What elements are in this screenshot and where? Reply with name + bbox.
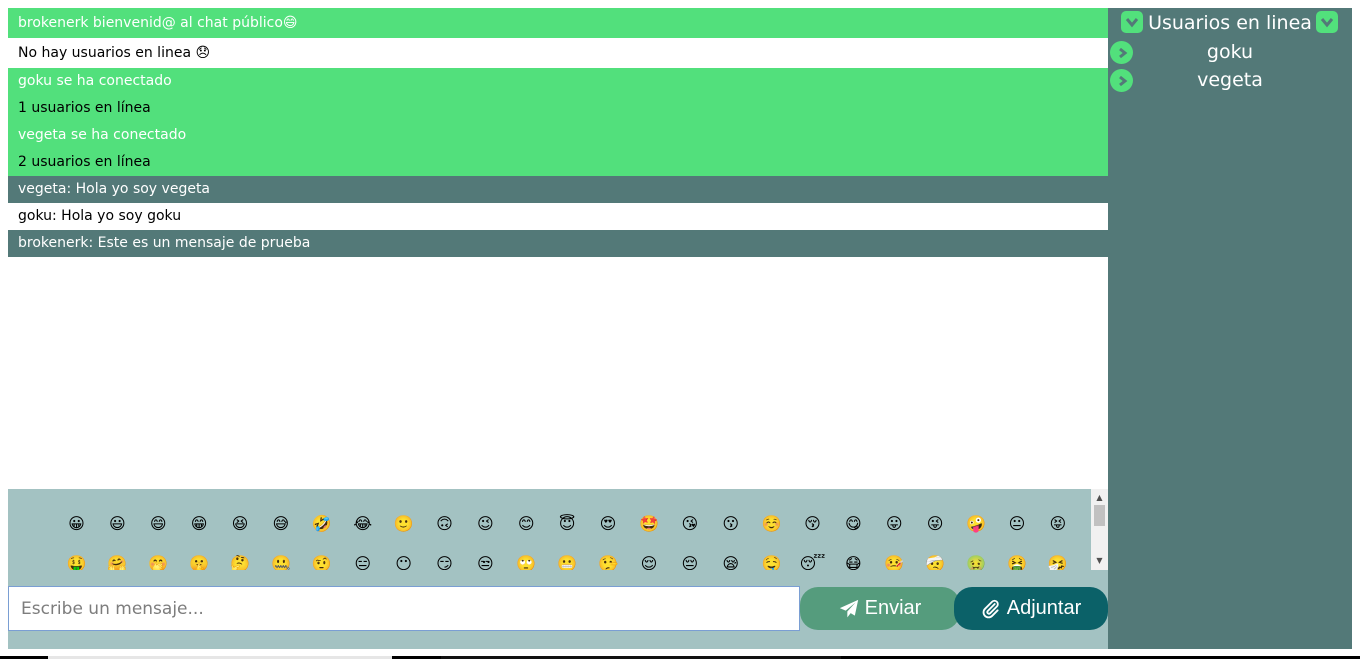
emoji-option[interactable]: 😏 (424, 553, 465, 570)
emoji-option[interactable]: 😶 (383, 553, 424, 570)
emoji-option[interactable]: 😀 (56, 513, 97, 535)
emoji-option[interactable]: 😬 (547, 553, 588, 570)
emoji-option[interactable]: 🤤 (751, 553, 792, 570)
emoji-option[interactable]: 😉 (465, 513, 506, 535)
emoji-option[interactable]: 😍 (588, 513, 629, 535)
message-input[interactable] (8, 586, 800, 631)
emoji-option[interactable]: 😚 (792, 513, 833, 535)
chat-message: brokenerk: Este es un mensaje de prueba (8, 230, 1108, 257)
emoji-option[interactable]: 🤥 (588, 553, 629, 570)
emoji-option[interactable]: 😛 (874, 513, 915, 535)
emoji-option[interactable]: 😷 (833, 553, 874, 570)
emoji-option[interactable]: 😪 (710, 553, 751, 570)
send-button[interactable]: Enviar (800, 587, 960, 630)
emoji-option[interactable]: 😴 (792, 553, 833, 570)
emoji-option[interactable]: 😜 (915, 513, 956, 535)
emoji-option[interactable]: 😂 (342, 513, 383, 535)
emoji-option[interactable]: 🤭 (138, 553, 179, 570)
emoji-option[interactable]: 😗 (710, 513, 751, 535)
chevron-right-icon (1110, 69, 1133, 92)
emoji-option[interactable]: 😁 (179, 513, 220, 535)
attach-button-label: Adjuntar (1006, 597, 1082, 619)
emoji-option[interactable]: 😐 (996, 513, 1037, 535)
emoji-option[interactable]: 🤮 (996, 553, 1037, 570)
emoji-option[interactable]: 😒 (465, 553, 506, 570)
emoji-option[interactable]: 🤨 (301, 553, 342, 570)
connect-message: goku se ha conectado (8, 68, 1108, 95)
chat-messages-panel: brokenerk bienvenid@ al chat público😄 No… (8, 8, 1108, 489)
attach-button[interactable]: Adjuntar (954, 587, 1108, 630)
emoji-option[interactable]: 🤢 (956, 553, 997, 570)
emoji-option[interactable]: 🙄 (506, 553, 547, 570)
emoji-option[interactable]: 🤔 (220, 553, 261, 570)
chat-message: vegeta: Hola yo soy vegeta (8, 176, 1108, 203)
emoji-option[interactable]: 😘 (669, 513, 710, 535)
emoji-picker[interactable]: 😀 😃 😄 😁 😆 😅 🤣 😂 🙂 🙃 😉 😊 😇 😍 🤩 😘 😗 ☺️ 😚 😋 😛 😜 🤪 😐 😝 🤑 🤗 🤭 🤫 🤔 🤐 🤨 😑 😶 😏 😒 🙄 😬… (8, 489, 1108, 570)
emoji-option[interactable]: 🤧 (1037, 553, 1078, 570)
user-count-message: 2 usuarios en línea (8, 149, 1108, 176)
online-user-name: goku (1206, 41, 1254, 63)
online-user-name: vegeta (1197, 69, 1263, 91)
emoji-option[interactable]: 🤐 (260, 553, 301, 570)
welcome-message: brokenerk bienvenid@ al chat público😄 (8, 8, 1108, 38)
chevron-right-icon (1110, 41, 1133, 64)
scroll-down-arrow-icon[interactable]: ▼ (1091, 554, 1108, 568)
emoji-row: 😀 😃 😄 😁 😆 😅 🤣 😂 🙂 🙃 😉 😊 😇 😍 🤩 😘 😗 ☺️ 😚 😋 😛 😜 🤪 😐 😝 (56, 513, 1078, 535)
emoji-option[interactable]: 😆 (220, 513, 261, 535)
sidebar-title: Usuarios en linea (1148, 12, 1312, 34)
emoji-option[interactable]: 😑 (342, 553, 383, 570)
emoji-option[interactable]: 🤩 (628, 513, 669, 535)
emoji-option[interactable]: 😌 (628, 553, 669, 570)
emoji-scrollbar[interactable]: ▲ ▼ (1091, 489, 1108, 570)
emoji-option[interactable]: 😋 (833, 513, 874, 535)
chevron-down-icon[interactable] (1121, 11, 1143, 33)
paper-plane-icon (839, 599, 858, 617)
emoji-option[interactable]: 😃 (97, 513, 138, 535)
chat-message: goku: Hola yo soy goku (8, 203, 1108, 230)
emoji-row: 🤑 🤗 🤭 🤫 🤔 🤐 🤨 😑 😶 😏 😒 🙄 😬 🤥 😌 😔 😪 🤤 😴 😷 🤒 🤕 🤢 🤮 🤧 (56, 553, 1078, 570)
emoji-option[interactable]: 🤪 (956, 513, 997, 535)
emoji-option[interactable]: 😊 (506, 513, 547, 535)
emoji-option[interactable]: 🙃 (424, 513, 465, 535)
connect-message: vegeta se ha conectado (8, 122, 1108, 149)
emoji-option[interactable]: 🤒 (874, 553, 915, 570)
paperclip-icon (982, 599, 999, 618)
emoji-option[interactable]: 😅 (260, 513, 301, 535)
emoji-option[interactable]: 🤕 (915, 553, 956, 570)
message-composer: Enviar Adjuntar (8, 570, 1108, 649)
online-users-sidebar: Usuarios en linea goku vegeta (1108, 8, 1352, 649)
no-users-message: No hay usuarios en linea 😞 (8, 38, 1108, 68)
chevron-down-icon[interactable] (1316, 11, 1338, 33)
scroll-up-arrow-icon[interactable]: ▲ (1091, 491, 1108, 505)
user-count-message: 1 usuarios en línea (8, 95, 1108, 122)
emoji-option[interactable]: 🤫 (179, 553, 220, 570)
emoji-option[interactable]: 😇 (547, 513, 588, 535)
emoji-option[interactable]: 😄 (138, 513, 179, 535)
emoji-option[interactable]: 🤣 (301, 513, 342, 535)
emoji-option[interactable]: 🤑 (56, 553, 97, 570)
emoji-option[interactable]: 😝 (1037, 513, 1078, 535)
send-button-label: Enviar (864, 597, 922, 619)
chat-app: brokenerk bienvenid@ al chat público😄 No… (0, 0, 1360, 659)
online-user-item[interactable]: goku (1108, 38, 1352, 66)
emoji-option[interactable]: 😔 (669, 553, 710, 570)
emoji-option[interactable]: ☺️ (751, 513, 792, 535)
emoji-option[interactable]: 🙂 (383, 513, 424, 535)
sidebar-header: Usuarios en linea (1108, 8, 1352, 38)
online-user-item[interactable]: vegeta (1108, 66, 1352, 94)
scroll-thumb[interactable] (1094, 505, 1105, 526)
emoji-option[interactable]: 🤗 (97, 553, 138, 570)
